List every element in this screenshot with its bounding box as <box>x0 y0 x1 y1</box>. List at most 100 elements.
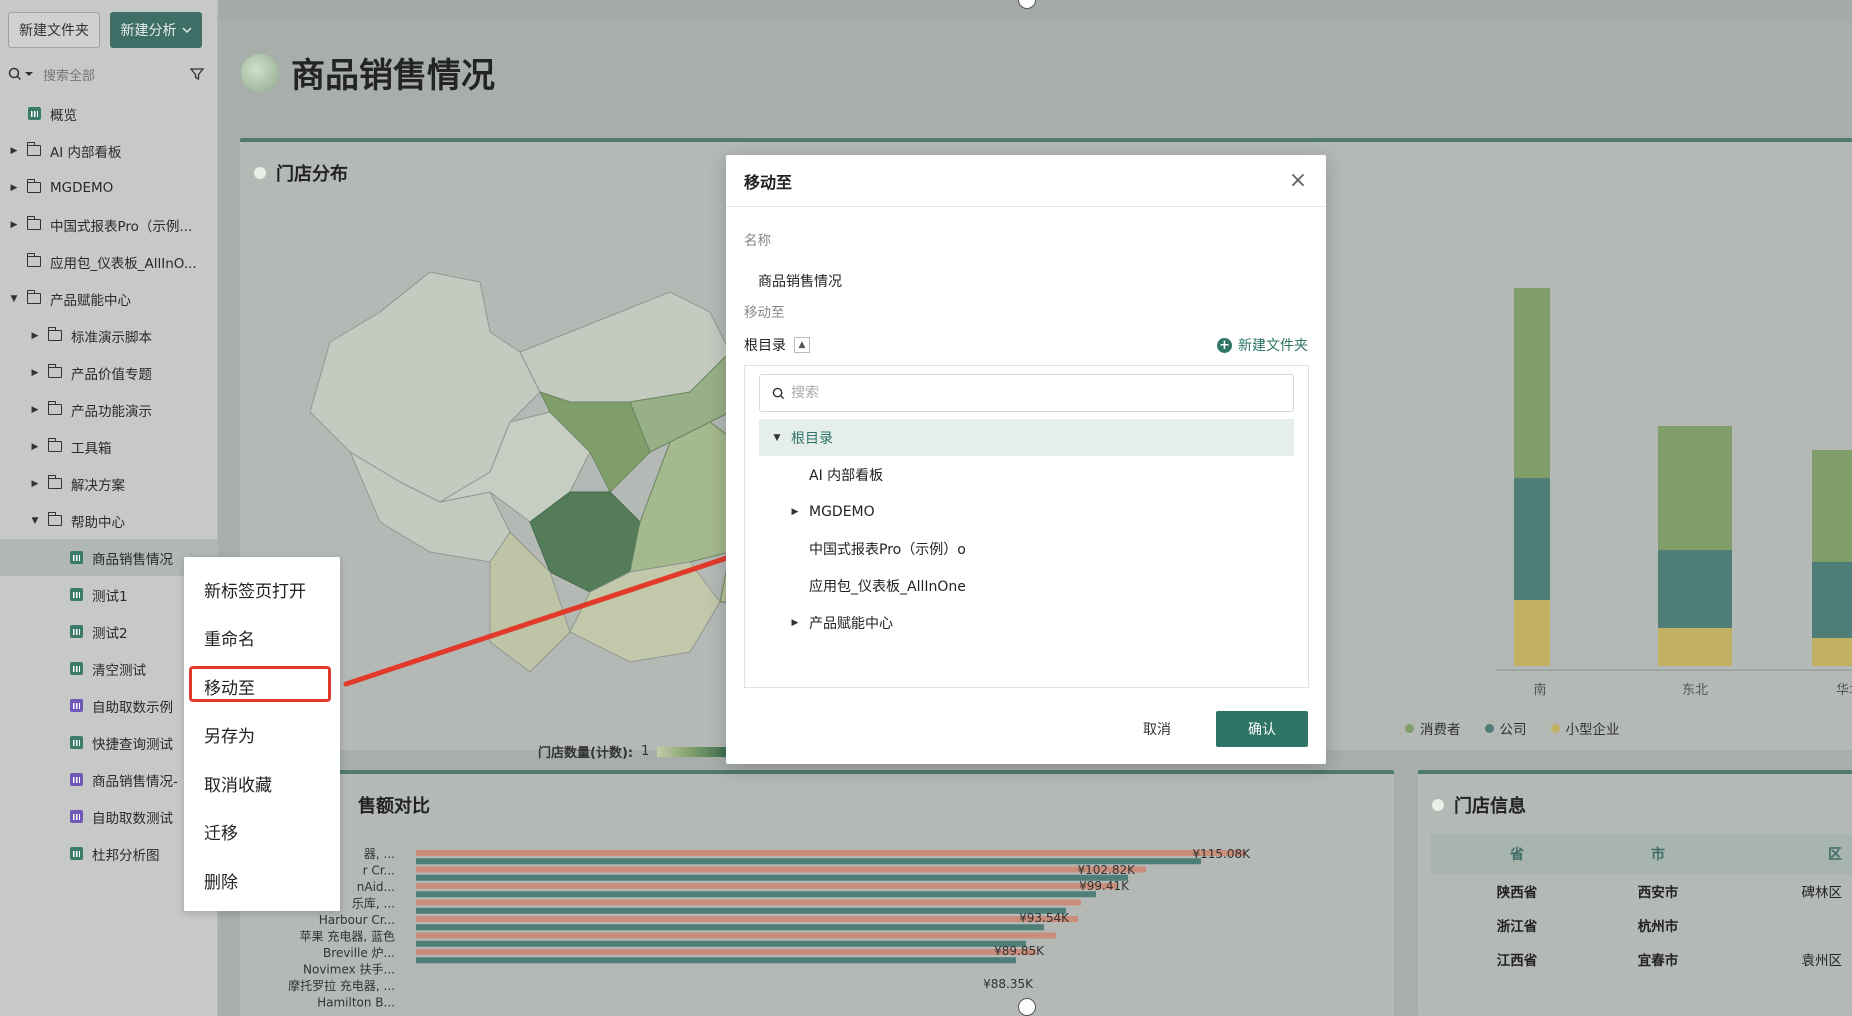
table-cell: 陕西省 <box>1496 885 1538 901</box>
sidebar-item-label: 产品功能演示 <box>71 403 152 420</box>
caret-right-icon[interactable]: ▶ <box>787 618 803 628</box>
search-icon <box>8 67 22 81</box>
caret-down-icon[interactable]: ▼ <box>769 433 785 443</box>
filter-icon[interactable] <box>190 67 204 81</box>
cancel-button[interactable]: 取消 <box>1112 711 1202 747</box>
folder-search[interactable] <box>759 374 1294 412</box>
folder-shape <box>26 216 41 230</box>
x-tick-label: 南 <box>1533 682 1546 698</box>
caret-right-icon[interactable]: ▶ <box>8 183 20 193</box>
folder-icon <box>26 253 42 269</box>
sidebar-item[interactable]: 概览 <box>0 95 218 132</box>
folder-tree-root[interactable]: ▼ 根目录 <box>759 419 1294 456</box>
sidebar-item[interactable]: ▶ 标准演示脚本 <box>0 317 218 354</box>
dashboard-shape <box>69 773 83 786</box>
sidebar-item[interactable]: ▶ AI 内部看板 <box>0 132 218 169</box>
sidebar-item-label: 清空测试 <box>92 662 146 679</box>
y-tick-label: nAid... <box>357 880 395 894</box>
dashboard-icon <box>68 736 84 750</box>
sidebar-item[interactable]: ▶ MGDEMO <box>0 169 218 206</box>
sidebar-item[interactable]: ▼ 帮助中心 <box>0 502 218 539</box>
folder-shape <box>26 179 41 193</box>
caret-right-icon[interactable]: ▶ <box>8 220 20 230</box>
dashboard-icon <box>68 662 84 676</box>
new-analysis-label: 新建分析 <box>120 23 177 39</box>
dialog-new-folder-button[interactable]: + 新建文件夹 <box>1217 335 1308 355</box>
move-to-dialog: 移动至 × 名称 商品销售情况 移动至 根目录 ▲ + 新建文件夹 ▼ 根目录 AI… <box>726 155 1326 764</box>
path-label: 根目录 <box>744 338 786 354</box>
table-row: 浙江省 杭州市 <box>1431 908 1852 942</box>
store-info-title-text: 门店信息 <box>1454 796 1526 817</box>
sidebar-item[interactable]: ▶ 产品价值专题 <box>0 354 218 391</box>
caret-down-icon[interactable]: ▼ <box>8 294 20 304</box>
caret-right-icon[interactable]: ▶ <box>787 507 803 517</box>
sidebar-item[interactable]: 应用包_仪表板_AllInO... <box>0 243 218 280</box>
resize-handle-bottom[interactable] <box>1018 998 1036 1016</box>
sidebar-item[interactable]: ▶ 中国式报表Pro（示例... <box>0 206 218 243</box>
hbar <box>416 883 1118 889</box>
sidebar-item[interactable]: ▶ 解决方案 <box>0 465 218 502</box>
hbar <box>416 899 1081 906</box>
new-analysis-button[interactable]: 新建分析 <box>110 12 202 48</box>
folder-shape <box>47 327 62 341</box>
name-value: 商品销售情况 <box>758 274 842 290</box>
chevron-up-icon[interactable]: ▲ <box>794 337 810 353</box>
folder-search-input[interactable] <box>791 385 1293 401</box>
table-cell: 浙江省 <box>1496 919 1538 935</box>
sidebar-item-label: 标准演示脚本 <box>71 329 152 346</box>
folder-tree-label: 应用包_仪表板_AllInOne <box>809 578 966 595</box>
bar-segment <box>1658 426 1732 550</box>
caret-right-icon[interactable]: ▶ <box>8 146 20 156</box>
hbar <box>416 874 1128 881</box>
sidebar-item[interactable]: ▶ 产品功能演示 <box>0 391 218 428</box>
dashboard-shape <box>69 810 83 823</box>
context-menu-item[interactable]: 另存为 <box>184 711 340 760</box>
context-menu-item[interactable]: 重命名 <box>184 614 340 663</box>
context-menu-item[interactable]: 新标签页打开 <box>184 565 340 614</box>
folder-icon <box>26 142 42 158</box>
bar-segment <box>1658 628 1732 666</box>
caret-right-icon[interactable]: ▶ <box>29 405 41 415</box>
map-legend-label: 门店数量(计数): <box>538 746 634 761</box>
hbar <box>416 891 1096 898</box>
confirm-button[interactable]: 确认 <box>1216 711 1308 747</box>
caret-right-icon[interactable]: ▶ <box>29 479 41 489</box>
context-menu-item[interactable]: 取消收藏 <box>184 759 340 808</box>
search-icon <box>772 387 785 399</box>
folder-tree-item[interactable]: ▶ 产品赋能中心 <box>759 604 1294 641</box>
folder-icon <box>47 364 63 380</box>
folder-tree-item[interactable]: 中国式报表Pro（示例）o <box>759 530 1294 567</box>
search-placeholder[interactable]: 搜索全部 <box>43 65 190 84</box>
folder-tree-box: ▼ 根目录 AI 内部看板 ▶ MGDEMO 中国式报表Pro（示例）o 应用包_仪表板_A… <box>744 365 1309 688</box>
folder-tree-item[interactable]: 应用包_仪表板_AllInOne <box>759 567 1294 604</box>
path-selector[interactable]: 根目录 ▲ <box>744 335 810 355</box>
caret-down-icon[interactable] <box>25 70 33 78</box>
folder-tree: ▼ 根目录 AI 内部看板 ▶ MGDEMO 中国式报表Pro（示例）o 应用包_仪表板_A… <box>759 419 1294 641</box>
legend-dot-icon <box>1405 723 1414 733</box>
dialog-new-folder-label: 新建文件夹 <box>1238 338 1308 354</box>
caret-right-icon[interactable]: ▶ <box>29 442 41 452</box>
folder-icon <box>47 475 63 491</box>
bar-segment <box>1658 550 1732 628</box>
sidebar-item-label: 杜邦分析图 <box>92 847 160 864</box>
store-info-card-title: 门店信息 <box>1432 792 1526 818</box>
sidebar-item[interactable]: ▼ 产品赋能中心 <box>0 280 218 317</box>
sidebar-item[interactable]: ▶ 工具箱 <box>0 428 218 465</box>
folder-tree-item[interactable]: AI 内部看板 <box>759 456 1294 493</box>
new-folder-button[interactable]: 新建文件夹 <box>8 12 100 48</box>
hbar <box>416 866 1146 873</box>
y-tick-label: 摩托罗拉 充电器, ... <box>288 978 395 993</box>
close-icon[interactable]: × <box>1288 169 1308 191</box>
sidebar-search[interactable]: 搜索全部 <box>8 62 204 86</box>
caret-down-icon[interactable]: ▼ <box>29 516 41 526</box>
dashboard-shape <box>69 551 83 564</box>
context-menu-item[interactable]: 迁移 <box>184 808 340 857</box>
dashboard-shape <box>69 625 83 638</box>
caret-right-icon[interactable]: ▶ <box>29 368 41 378</box>
dialog-header: 移动至 × <box>726 155 1326 207</box>
folder-tree-item[interactable]: ▶ MGDEMO <box>759 493 1294 530</box>
dashboard-shape <box>27 107 41 120</box>
caret-right-icon[interactable]: ▶ <box>29 331 41 341</box>
context-menu: 新标签页打开 重命名 移动至 另存为 取消收藏 迁移 删除 <box>184 557 340 911</box>
context-menu-item[interactable]: 删除 <box>184 856 340 905</box>
